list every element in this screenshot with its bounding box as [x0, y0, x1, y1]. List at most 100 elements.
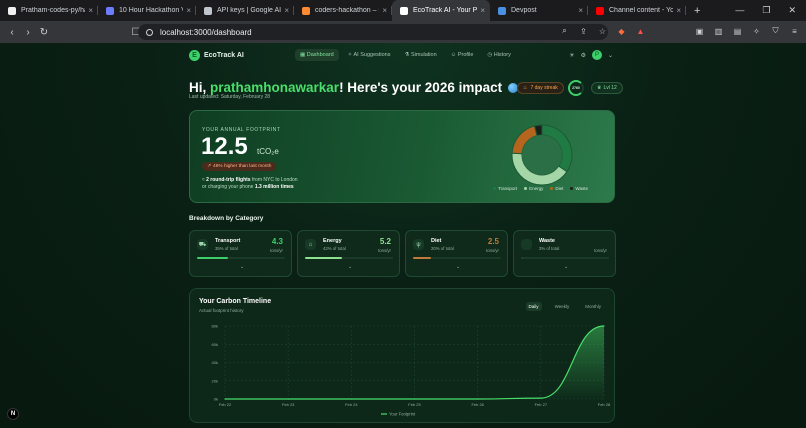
- browser-tab[interactable]: 10 Hour Hackathon Vibe×: [98, 0, 196, 21]
- x-tick-label: Feb 24: [345, 402, 358, 407]
- data-point: [287, 398, 289, 400]
- category-card-diet[interactable]: ψ Diet 20% of total 2.5 tons/yr ⌄: [405, 230, 508, 277]
- close-tab-icon[interactable]: ×: [284, 6, 289, 15]
- tab-favicon-icon: [204, 6, 212, 15]
- browser-tab[interactable]: Pratham-codes-py/hackth×: [0, 0, 98, 21]
- car-icon: ⛟: [197, 239, 208, 250]
- data-point: [540, 397, 542, 399]
- close-tab-icon[interactable]: ×: [578, 6, 583, 15]
- browser-tab[interactable]: Devpost ×: [490, 0, 588, 21]
- nav-dashboard[interactable]: ▦ Dashboard: [295, 49, 339, 61]
- brand-name: EcoTrack AI: [204, 51, 244, 59]
- tab-favicon-icon: [302, 6, 310, 15]
- chevron-down-icon[interactable]: ⌄: [564, 264, 568, 270]
- window-controls: — ❐ ✕: [735, 5, 806, 16]
- y-tick-label: 0k: [214, 397, 218, 402]
- chevron-down-icon[interactable]: ⌄: [456, 264, 460, 270]
- category-card-waste[interactable]: Waste 3% of total tons/yr ⌄: [513, 230, 616, 277]
- utensils-icon: ψ: [413, 239, 424, 250]
- category-progress-bar: [305, 257, 393, 259]
- zoom-icon[interactable]: ⌕: [559, 25, 570, 37]
- x-tick-label: Feb 23: [282, 402, 295, 407]
- nav-simulation[interactable]: ⚗ Simulation: [400, 49, 442, 61]
- theme-toggle-icon[interactable]: ☀: [569, 52, 574, 59]
- brave-shield-icon[interactable]: ◆: [616, 25, 627, 37]
- category-progress-bar: [413, 257, 501, 259]
- legend-item: Diet: [550, 186, 563, 191]
- chevron-down-icon[interactable]: ⌄: [240, 264, 244, 270]
- sidebar-icon[interactable]: ▥: [713, 25, 724, 37]
- browser-tab[interactable]: Channel content - YouTub×: [588, 0, 686, 21]
- toolbar-icons: ⌕ ⇪ ☆ ◆ ▲ ▣ ▥ ▤ ✧ ⛉ ≡: [559, 25, 800, 37]
- last-updated: Last updated: Saturday, February 28: [189, 94, 271, 100]
- tab-title: Devpost: [511, 7, 537, 14]
- x-tick-label: Feb 25: [408, 402, 421, 407]
- site-info-icon[interactable]: [146, 28, 153, 36]
- category-name: Energy: [323, 238, 342, 244]
- wallet-icon[interactable]: ▤: [732, 25, 743, 37]
- rewards-icon[interactable]: ▲: [635, 25, 646, 37]
- close-tab-icon[interactable]: ×: [676, 6, 681, 15]
- home-icon: ⌂: [305, 239, 316, 250]
- avatar[interactable]: P: [591, 50, 602, 60]
- close-window-icon[interactable]: ✕: [788, 5, 796, 16]
- new-tab-button[interactable]: +: [686, 5, 708, 17]
- close-tab-icon[interactable]: ×: [382, 6, 387, 15]
- nav-links: ▦ Dashboard ✧ AI Suggestions ⚗ Simulatio…: [295, 49, 516, 61]
- level-badge: ♛ Lvl 12: [591, 82, 623, 94]
- nav-ai-suggestions[interactable]: ✧ AI Suggestions: [343, 49, 396, 61]
- reload-icon[interactable]: ↻: [36, 27, 52, 38]
- leaf-icon: E: [189, 49, 200, 61]
- data-point: [224, 398, 226, 400]
- change-badge: ↗ 46% higher than last month: [202, 162, 277, 171]
- tab-title: Pratham-codes-py/hackth: [21, 7, 85, 14]
- forward-icon[interactable]: ›: [20, 27, 36, 38]
- y-tick-label: 80k: [212, 324, 218, 329]
- x-tick-label: Feb 27: [535, 402, 548, 407]
- category-percent: 3% of total: [539, 246, 560, 251]
- share-icon[interactable]: ⇪: [578, 25, 589, 37]
- page-title: Hi, prathamhonawarkar! Here's your 2026 …: [189, 80, 518, 95]
- nav-history[interactable]: ◷ History: [482, 49, 515, 61]
- category-card-transport[interactable]: ⛟ Transport 35% of total 4.3 tons/yr ⌄: [189, 230, 292, 277]
- nav-profile[interactable]: ☺ Profile: [446, 49, 479, 61]
- vpn-icon[interactable]: ⛉: [770, 25, 781, 37]
- chevron-down-icon[interactable]: ⌄: [348, 264, 352, 270]
- leo-ai-icon[interactable]: ✧: [751, 25, 762, 37]
- url-field[interactable]: localhost:3000/dashboard: [138, 24, 608, 40]
- maximize-icon[interactable]: ❐: [762, 5, 770, 16]
- x-tick-label: Feb 22: [219, 402, 232, 407]
- browser-tab-bar: Pratham-codes-py/hackth×10 Hour Hackatho…: [0, 0, 806, 21]
- back-icon[interactable]: ‹: [4, 27, 20, 38]
- minimize-icon[interactable]: —: [735, 5, 744, 16]
- footprint-unit: tCO₂e: [257, 147, 279, 156]
- brand-logo[interactable]: E EcoTrack AI: [189, 49, 244, 61]
- close-tab-icon[interactable]: ×: [480, 6, 485, 15]
- category-card-energy[interactable]: ⌂ Energy 42% of total 5.2 tons/yr ⌄: [297, 230, 400, 277]
- close-tab-icon[interactable]: ×: [88, 6, 93, 15]
- browser-tab[interactable]: API keys | Google AI Stud×: [196, 0, 294, 21]
- browser-tab[interactable]: coders-hackathon – Datab×: [294, 0, 392, 21]
- tab-title: API keys | Google AI Stud: [217, 7, 282, 14]
- browser-tab[interactable]: EcoTrack AI - Your Per ×: [392, 0, 490, 21]
- nextjs-dev-badge[interactable]: N: [7, 408, 19, 420]
- category-percent: 35% of total: [215, 246, 238, 251]
- tab-favicon-icon: [106, 6, 114, 15]
- close-tab-icon[interactable]: ×: [186, 6, 191, 15]
- data-point: [477, 398, 479, 400]
- tab-title: coders-hackathon – Datab: [315, 7, 379, 14]
- tab-title: EcoTrack AI - Your Per: [413, 7, 478, 14]
- url-text: localhost:3000/dashboard: [160, 27, 252, 37]
- app-page: E EcoTrack AI ▦ Dashboard ✧ AI Suggestio…: [0, 43, 806, 428]
- footprint-value: 12.5: [201, 133, 248, 160]
- notification-icon[interactable]: ⚙: [581, 52, 586, 59]
- legend-item: Waste: [570, 186, 588, 191]
- timeline-chart: 0k 20k 40k 60k 80k Feb 22 Feb 23 Feb 24 Feb 25 Fe…: [212, 324, 611, 417]
- chevron-down-icon[interactable]: ⌄: [608, 52, 613, 59]
- tab-search-icon[interactable]: ▣: [694, 25, 705, 37]
- trophy-icon: ♛: [597, 85, 602, 91]
- star-icon[interactable]: ☆: [597, 25, 608, 37]
- trend-up-icon: ↗: [207, 164, 212, 169]
- menu-icon[interactable]: ≡: [789, 25, 800, 37]
- data-point: [603, 325, 605, 327]
